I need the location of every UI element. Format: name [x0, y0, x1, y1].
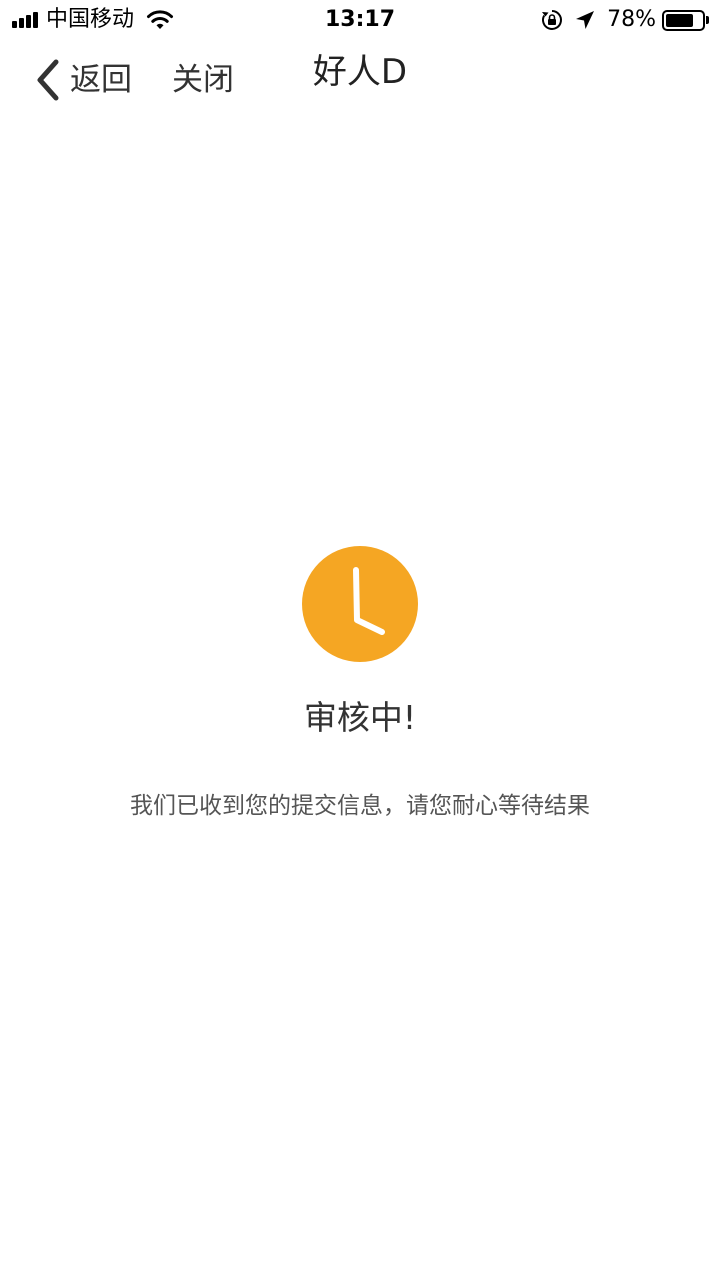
status-bar: 中国移动 13:17 78%: [0, 0, 720, 40]
location-arrow-icon: [576, 11, 595, 29]
screen: 中国移动 13:17 78% 返回 关闭 好人D 审核中! 我们已收到您的提交信…: [0, 0, 720, 1280]
battery-body: [662, 9, 705, 31]
status-heading: 审核中!: [303, 698, 417, 737]
page-title: 好人D: [312, 52, 408, 92]
battery-level: [666, 13, 694, 27]
battery-icon: [662, 9, 710, 31]
rotation-lock-icon: [542, 10, 563, 30]
battery-percent: 78%: [607, 7, 656, 32]
battery-cap: [706, 16, 709, 24]
status-message: 我们已收到您的提交信息，请您耐心等待结果: [130, 793, 590, 819]
clock-icon: [302, 546, 418, 662]
status-right: 78%: [541, 6, 710, 34]
nav-bar: 返回 关闭 好人D: [0, 40, 720, 120]
